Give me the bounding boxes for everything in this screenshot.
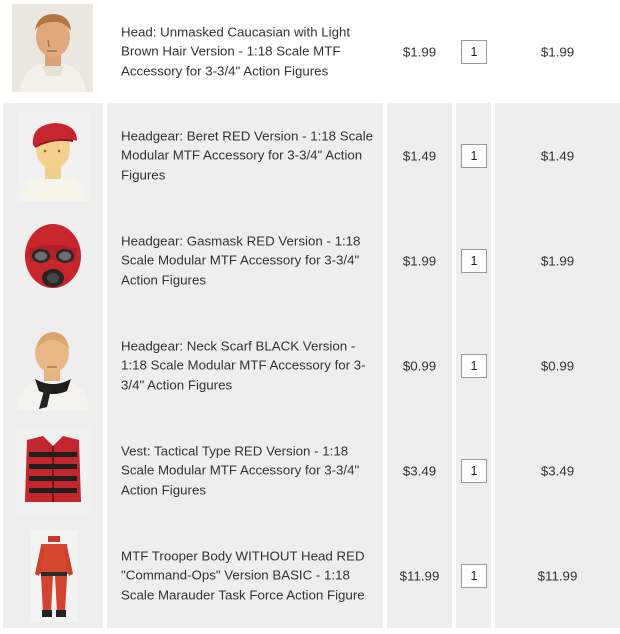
vest-icon[interactable] <box>15 425 91 516</box>
price-cell: $1.49 <box>387 103 452 208</box>
product-image-cell <box>3 523 103 628</box>
unit-price: $1.49 <box>402 148 437 163</box>
quantity-input[interactable] <box>461 143 487 168</box>
product-name-cell: Headgear: Beret RED Version - 1:18 Scale… <box>107 103 383 208</box>
gasmask-icon[interactable] <box>11 215 95 306</box>
product-image-cell <box>3 418 103 523</box>
line-total: $1.49 <box>540 148 575 163</box>
line-total: $1.99 <box>540 44 575 59</box>
quantity-input[interactable] <box>461 458 487 483</box>
price-cell: $1.99 <box>387 0 452 103</box>
cart-row: Head: Unmasked Caucasian with Light Brow… <box>0 0 620 103</box>
product-name-cell: Headgear: Gasmask RED Version - 1:18 Sca… <box>107 208 383 313</box>
beret-icon[interactable] <box>17 110 89 201</box>
neck-scarf-icon[interactable] <box>15 320 91 411</box>
quantity-cell <box>456 313 491 418</box>
product-name-cell: MTF Trooper Body WITHOUT Head RED "Comma… <box>107 523 383 628</box>
product-name-cell: Vest: Tactical Type RED Version - 1:18 S… <box>107 418 383 523</box>
price-cell: $11.99 <box>387 523 452 628</box>
quantity-input[interactable] <box>461 563 487 588</box>
price-cell: $1.99 <box>387 208 452 313</box>
quantity-cell <box>456 523 491 628</box>
unit-price: $1.99 <box>402 44 437 59</box>
product-image-cell <box>3 0 103 103</box>
cart-row: MTF Trooper Body WITHOUT Head RED "Comma… <box>0 523 620 628</box>
product-image-cell <box>3 103 103 208</box>
unit-price: $1.99 <box>402 253 437 268</box>
cart-row: Headgear: Gasmask RED Version - 1:18 Sca… <box>0 208 620 313</box>
cart-row: Vest: Tactical Type RED Version - 1:18 S… <box>0 418 620 523</box>
product-name[interactable]: Headgear: Beret RED Version - 1:18 Scale… <box>121 126 377 185</box>
product-name-cell: Head: Unmasked Caucasian with Light Brow… <box>107 0 383 103</box>
quantity-input[interactable] <box>461 39 487 64</box>
line-total-cell: $1.49 <box>495 103 620 208</box>
line-total-cell: $1.99 <box>495 0 620 103</box>
product-image-cell <box>3 208 103 313</box>
product-name[interactable]: Headgear: Neck Scarf BLACK Version - 1:1… <box>121 336 377 395</box>
quantity-cell <box>456 103 491 208</box>
product-name[interactable]: Vest: Tactical Type RED Version - 1:18 S… <box>121 441 377 500</box>
product-name[interactable]: Headgear: Gasmask RED Version - 1:18 Sca… <box>121 231 377 290</box>
cart-row: Headgear: Neck Scarf BLACK Version - 1:1… <box>0 313 620 418</box>
quantity-input[interactable] <box>461 248 487 273</box>
cart-row: Headgear: Beret RED Version - 1:18 Scale… <box>0 103 620 208</box>
line-total: $3.49 <box>540 463 575 478</box>
unit-price: $3.49 <box>402 463 437 478</box>
cart-table: Head: Unmasked Caucasian with Light Brow… <box>0 0 620 628</box>
line-total-cell: $1.99 <box>495 208 620 313</box>
line-total-cell: $0.99 <box>495 313 620 418</box>
quantity-cell <box>456 418 491 523</box>
line-total: $1.99 <box>540 253 575 268</box>
line-total-cell: $3.49 <box>495 418 620 523</box>
price-cell: $0.99 <box>387 313 452 418</box>
product-name[interactable]: MTF Trooper Body WITHOUT Head RED "Comma… <box>121 546 377 605</box>
quantity-cell <box>456 0 491 103</box>
product-image-cell <box>3 313 103 418</box>
unit-price: $11.99 <box>399 568 440 583</box>
head-figure-icon[interactable] <box>12 4 93 92</box>
unit-price: $0.99 <box>402 358 437 373</box>
figure-body-icon[interactable] <box>31 529 77 622</box>
product-name-cell: Headgear: Neck Scarf BLACK Version - 1:1… <box>107 313 383 418</box>
quantity-cell <box>456 208 491 313</box>
line-total-cell: $11.99 <box>495 523 620 628</box>
product-name[interactable]: Head: Unmasked Caucasian with Light Brow… <box>121 22 377 81</box>
quantity-input[interactable] <box>461 353 487 378</box>
line-total: $0.99 <box>540 358 575 373</box>
line-total: $11.99 <box>537 568 578 583</box>
price-cell: $3.49 <box>387 418 452 523</box>
